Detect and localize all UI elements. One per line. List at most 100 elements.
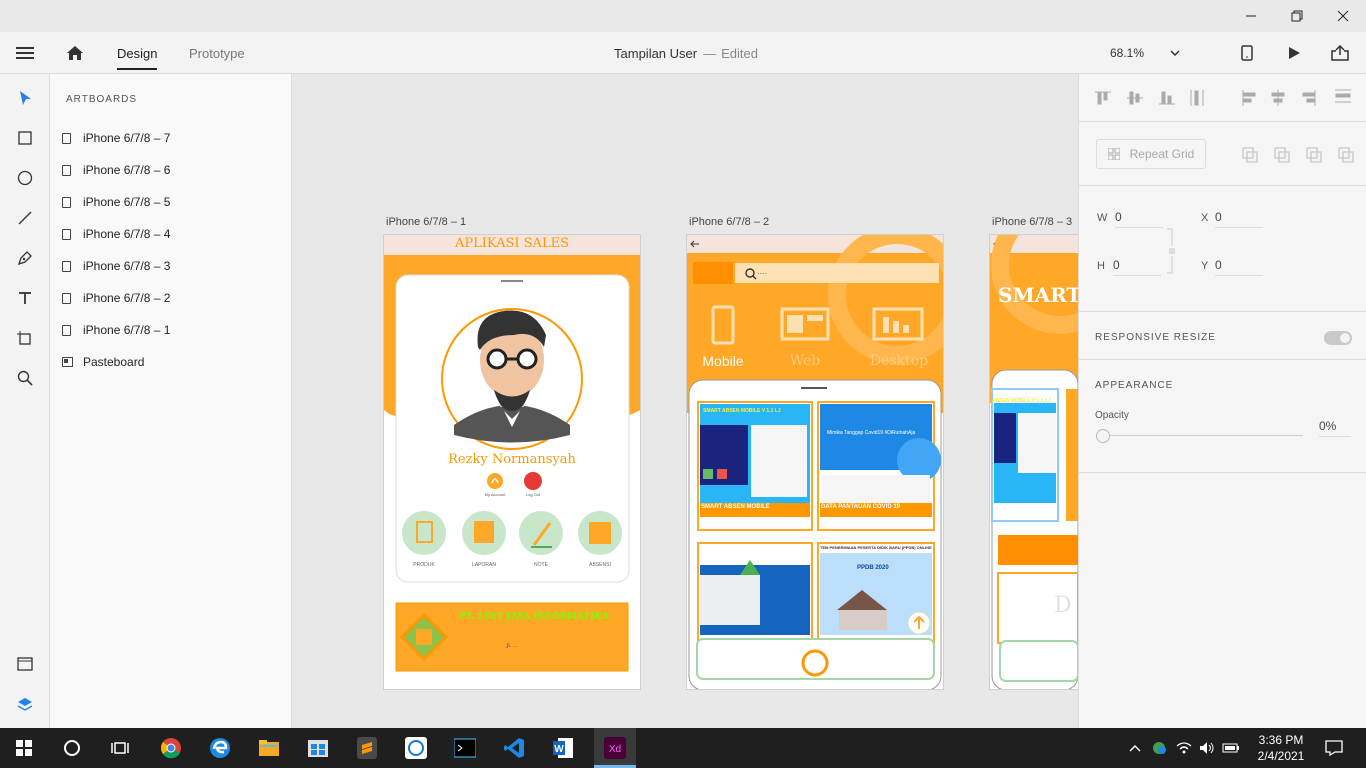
artboard-label[interactable]: iPhone 6/7/8 – 3: [992, 216, 1072, 228]
svg-text:Xd: Xd: [609, 744, 621, 755]
artboard-list-item[interactable]: iPhone 6/7/8 – 2: [62, 287, 282, 309]
appearance-label: APPEARANCE: [1095, 380, 1174, 391]
zoom-level[interactable]: 68.1%: [1110, 32, 1144, 74]
artboard-list-item[interactable]: iPhone 6/7/8 – 7: [62, 127, 282, 149]
device-preview-icon[interactable]: [1241, 32, 1253, 74]
artboard-tool-icon[interactable]: [10, 323, 40, 353]
tab-design[interactable]: Design: [117, 32, 158, 74]
notification-center-icon[interactable]: [1316, 732, 1352, 764]
chrome-icon[interactable]: [153, 732, 189, 764]
x-field[interactable]: 0: [1215, 210, 1263, 228]
width-field[interactable]: 0: [1115, 210, 1163, 228]
artboard-list-label: iPhone 6/7/8 – 6: [83, 163, 171, 177]
chevron-down-icon[interactable]: [1170, 32, 1180, 74]
height-field[interactable]: 0: [1113, 258, 1161, 276]
divider: [1079, 359, 1366, 360]
artboard-3[interactable]: SMART ABSEN MOBILE V 1.1 LJ D: [990, 235, 1078, 689]
hamburger-menu-icon[interactable]: [16, 32, 34, 74]
search-placeholder: ....: [757, 266, 768, 276]
artboard-1[interactable]: Jl. ... APLIKASI SALES Rezky Normansyah …: [384, 235, 640, 689]
clock-date: 2/4/2021: [1257, 749, 1305, 763]
artboard-list-label: iPhone 6/7/8 – 2: [83, 291, 171, 305]
pen-tool-icon[interactable]: [10, 243, 40, 273]
document-status: Edited: [721, 45, 758, 61]
share-icon[interactable]: [1331, 32, 1349, 74]
chevron-up-icon[interactable]: [1125, 732, 1145, 764]
store-icon[interactable]: [300, 732, 336, 764]
layers-panel-icon[interactable]: [10, 689, 40, 719]
align-toolbar[interactable]: [1079, 74, 1366, 122]
lock-aspect-icon[interactable]: [1167, 226, 1175, 276]
artboard-list-item[interactable]: iPhone 6/7/8 – 6: [62, 159, 282, 181]
artboards-panel: ARTBOARDS iPhone 6/7/8 – 7 iPhone 6/7/8 …: [50, 74, 292, 728]
zoom-tool-icon[interactable]: [10, 363, 40, 393]
task-view-icon[interactable]: [102, 732, 138, 764]
vscode-icon[interactable]: [496, 732, 532, 764]
menu-note-label: NOTE: [534, 562, 548, 568]
assets-panel-icon[interactable]: [10, 649, 40, 679]
artboard-icon: [62, 292, 71, 304]
whatsapp-icon[interactable]: [398, 732, 434, 764]
ellipse-tool-icon[interactable]: [10, 163, 40, 193]
pasteboard-list-item[interactable]: Pasteboard: [62, 351, 282, 373]
search-icon[interactable]: [54, 732, 90, 764]
artboard-list-label: iPhone 6/7/8 – 5: [83, 195, 171, 209]
artboard-list-item[interactable]: iPhone 6/7/8 – 5: [62, 191, 282, 213]
home-icon[interactable]: [66, 32, 84, 74]
artboard-2-design: [687, 235, 943, 689]
clock-time: 3:36 PM: [1258, 733, 1304, 747]
windows-taskbar: W Xd 3:36 PM 2/4/2021: [0, 728, 1366, 768]
boolean-ops-icons[interactable]: [1241, 146, 1361, 166]
rectangle-tool-icon[interactable]: [10, 123, 40, 153]
responsive-resize-label: RESPONSIVE RESIZE: [1095, 332, 1216, 343]
responsive-resize-toggle[interactable]: [1324, 331, 1352, 345]
design-canvas[interactable]: iPhone 6/7/8 – 1 Jl. ... APLIKASI SALES …: [292, 74, 1078, 728]
category-web: Web: [789, 353, 821, 369]
x-label: X: [1201, 212, 1209, 224]
line-tool-icon[interactable]: [10, 203, 40, 233]
minimize-icon[interactable]: [1228, 0, 1274, 32]
artboard-list-item[interactable]: iPhone 6/7/8 – 1: [62, 319, 282, 341]
repeat-grid-button[interactable]: Repeat Grid: [1096, 139, 1206, 169]
file-explorer-icon[interactable]: [251, 732, 287, 764]
windows-start-icon[interactable]: [6, 732, 42, 764]
artboard-list-item[interactable]: iPhone 6/7/8 – 4: [62, 223, 282, 245]
system-clock[interactable]: 3:36 PM 2/4/2021: [1246, 732, 1316, 764]
edge-icon[interactable]: [202, 732, 238, 764]
opacity-field[interactable]: 0%: [1319, 419, 1351, 437]
pasteboard-label: Pasteboard: [83, 355, 145, 369]
divider: [1079, 311, 1366, 312]
tray-app-icon[interactable]: [1148, 732, 1170, 764]
restore-icon[interactable]: [1274, 0, 1320, 32]
adobe-xd-icon[interactable]: Xd: [594, 728, 636, 768]
artboard-icon: [62, 196, 71, 208]
wifi-icon[interactable]: [1173, 732, 1195, 764]
height-label: H: [1097, 260, 1105, 272]
opacity-slider-handle[interactable]: [1096, 429, 1110, 443]
tab-prototype[interactable]: Prototype: [189, 32, 245, 74]
sublime-text-icon[interactable]: [349, 732, 385, 764]
panel-title: ARTBOARDS: [66, 94, 138, 105]
category-desktop: Desktop: [869, 353, 929, 369]
volume-icon[interactable]: [1196, 732, 1218, 764]
artboard-2[interactable]: .... Mobile Web Desktop SMART ABSEN MOBI…: [687, 235, 943, 689]
select-tool-icon[interactable]: [10, 83, 40, 113]
word-icon[interactable]: W: [545, 732, 581, 764]
opacity-slider-track[interactable]: [1103, 435, 1303, 436]
user-name: Rezky Normansyah: [448, 452, 576, 467]
terminal-icon[interactable]: [447, 732, 483, 764]
card1-caption: SMART ABSEN MOBILE: [701, 504, 770, 510]
menu-absensi-label: ABSENSI: [589, 562, 611, 568]
artboard-label[interactable]: iPhone 6/7/8 – 1: [386, 216, 466, 228]
artboard-icon: [62, 132, 71, 144]
close-icon[interactable]: [1320, 0, 1366, 32]
y-field[interactable]: 0: [1215, 258, 1263, 276]
category-mobile: Mobile: [702, 353, 744, 369]
text-tool-icon[interactable]: [10, 283, 40, 313]
battery-icon[interactable]: [1220, 732, 1242, 764]
artboard-label[interactable]: iPhone 6/7/8 – 2: [689, 216, 769, 228]
svg-text:Jl. ...: Jl. ...: [505, 643, 518, 649]
artboard-list-item[interactable]: iPhone 6/7/8 – 3: [62, 255, 282, 277]
play-icon[interactable]: [1287, 32, 1301, 74]
card2-caption: DATA PANTAUAN COVID 19: [821, 504, 901, 510]
